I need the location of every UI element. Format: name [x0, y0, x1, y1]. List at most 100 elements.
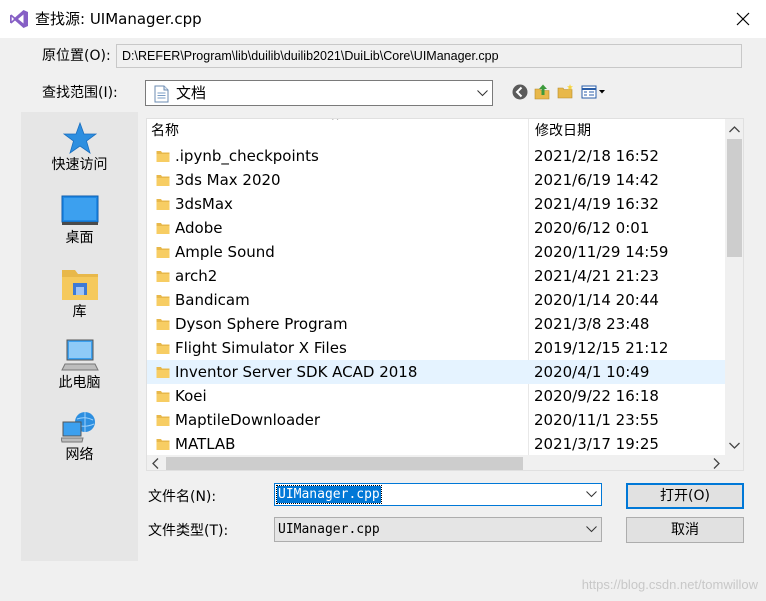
folder-icon: [156, 367, 170, 378]
place-library[interactable]: 库: [21, 267, 138, 321]
place-label: 快速访问: [51, 157, 108, 173]
scroll-left-icon[interactable]: [147, 455, 164, 470]
file-date-cell: 2020/11/1 23:55: [534, 411, 659, 429]
vertical-scroll-thumb[interactable]: [727, 139, 742, 257]
network-icon: [60, 412, 95, 443]
place-label: 桌面: [65, 230, 94, 246]
file-name-input[interactable]: UIManager.cpp: [274, 483, 602, 506]
location-path-field[interactable]: D:\REFER\Program\lib\duilib\duilib2021\D…: [116, 44, 742, 68]
scroll-up-icon[interactable]: [725, 121, 743, 137]
folder-icon: [156, 391, 170, 402]
places-bar: 快速访问 桌面 库 此电脑 网络: [21, 112, 138, 561]
file-type-dropdown[interactable]: UIManager.cpp: [274, 517, 602, 542]
folder-icon: [156, 199, 170, 210]
file-list-row[interactable]: Dyson Sphere Program 2021/3/8 23:48: [147, 312, 725, 336]
column-header-date[interactable]: 修改日期: [535, 119, 591, 143]
file-list-row[interactable]: Inventor Server SDK ACAD 2018 2020/4/1 10…: [147, 360, 725, 384]
file-name-cell: Flight Simulator X Files: [175, 339, 347, 357]
file-name-label: 文件名(N):: [148, 489, 217, 505]
place-this-pc[interactable]: 此电脑: [21, 338, 138, 392]
column-header-name[interactable]: 名称: [151, 119, 179, 143]
folder-icon: [156, 223, 170, 234]
title-bar: 查找源: UIManager.cpp: [0, 0, 766, 38]
file-list-row[interactable]: .ipynb_checkpoints 2021/2/18 16:52: [147, 144, 725, 168]
folder-icon: [156, 295, 170, 306]
scroll-right-icon[interactable]: [708, 455, 725, 470]
library-icon: [61, 270, 98, 300]
close-icon: [736, 12, 750, 26]
file-name-cell: Ample Sound: [175, 243, 275, 261]
computer-icon: [60, 339, 99, 371]
look-in-label: 查找范围(I):: [42, 85, 118, 101]
file-list-row[interactable]: MATLAB 2021/3/17 19:25: [147, 432, 725, 456]
file-list-row[interactable]: 3ds Max 2020 2021/6/19 14:42: [147, 168, 725, 192]
horizontal-scrollbar[interactable]: [147, 455, 725, 470]
file-name-cell: 3dsMax: [175, 195, 233, 213]
file-date-cell: 2021/6/19 14:42: [534, 171, 659, 189]
file-list-row[interactable]: Adobe 2020/6/12 0:01: [147, 216, 725, 240]
folder-icon: [156, 319, 170, 330]
horizontal-scroll-thumb[interactable]: [166, 457, 523, 470]
back-icon[interactable]: [511, 83, 529, 101]
file-date-cell: 2021/3/17 19:25: [534, 435, 659, 453]
place-label: 此电脑: [58, 375, 101, 391]
look-in-value: 文档: [176, 84, 207, 102]
visual-studio-icon: [10, 10, 28, 28]
place-network[interactable]: 网络: [21, 410, 138, 464]
vertical-scrollbar[interactable]: [725, 119, 743, 455]
chevron-down-icon[interactable]: [585, 484, 597, 505]
file-name-cell: 3ds Max 2020: [175, 171, 281, 189]
file-list-row[interactable]: arch2 2021/4/21 21:23: [147, 264, 725, 288]
close-button[interactable]: [720, 0, 766, 38]
folder-icon: [156, 247, 170, 258]
look-in-dropdown[interactable]: 文档: [145, 80, 493, 106]
desktop-icon: [61, 195, 98, 225]
file-list-row[interactable]: Bandicam 2020/1/14 20:44: [147, 288, 725, 312]
star-icon: [62, 122, 97, 154]
file-date-cell: 2021/3/8 23:48: [534, 315, 650, 333]
scrollbar-corner: [725, 455, 743, 470]
file-name-value[interactable]: UIManager.cpp: [276, 485, 382, 504]
file-date-cell: 2020/9/22 16:18: [534, 387, 659, 405]
folder-icon: [156, 175, 170, 186]
file-date-cell: 2019/12/15 21:12: [534, 339, 669, 357]
place-desktop[interactable]: 桌面: [21, 195, 138, 247]
chevron-down-icon: [476, 81, 488, 105]
place-quick-access[interactable]: 快速访问: [21, 122, 138, 174]
file-date-cell: 2021/4/19 16:32: [534, 195, 659, 213]
watermark: https://blog.csdn.net/tomwillow: [581, 577, 758, 592]
cancel-button[interactable]: 取消: [626, 517, 744, 543]
file-list: 名称 ^ 修改日期 .ipynb_checkpoints 2021/2/18 16…: [146, 118, 744, 471]
place-label: 库: [72, 304, 87, 320]
file-name-cell: Dyson Sphere Program: [175, 315, 348, 333]
file-type-value: UIManager.cpp: [278, 522, 380, 537]
folder-icon: [156, 151, 170, 162]
file-name-cell: Koei: [175, 387, 207, 405]
folder-icon: [156, 415, 170, 426]
file-name-cell: MaptileDownloader: [175, 411, 321, 429]
file-list-row[interactable]: 3dsMax 2021/4/19 16:32: [147, 192, 725, 216]
open-button[interactable]: 打开(O): [626, 483, 744, 509]
scroll-down-icon[interactable]: [725, 437, 743, 453]
folder-icon: [156, 271, 170, 282]
window-title: 查找源: UIManager.cpp: [35, 10, 202, 28]
file-list-row[interactable]: MaptileDownloader 2020/11/1 23:55: [147, 408, 725, 432]
file-name-cell: .ipynb_checkpoints: [175, 147, 319, 165]
up-folder-icon[interactable]: [533, 83, 551, 101]
file-date-cell: 2020/1/14 20:44: [534, 291, 659, 309]
file-list-row[interactable]: Ample Sound 2020/11/29 14:59: [147, 240, 725, 264]
view-menu-icon: [581, 85, 605, 99]
file-date-cell: 2020/6/12 0:01: [534, 219, 650, 237]
chevron-down-icon: [585, 518, 597, 541]
file-name-cell: Bandicam: [175, 291, 250, 309]
file-name-cell: Adobe: [175, 219, 223, 237]
view-menu-button[interactable]: [581, 83, 611, 101]
folder-icon: [156, 439, 170, 450]
new-folder-icon[interactable]: [557, 83, 575, 101]
documents-icon: [154, 85, 169, 103]
file-name-cell: Inventor Server SDK ACAD 2018: [175, 363, 418, 381]
file-date-cell: 2021/2/18 16:52: [534, 147, 659, 165]
file-list-row[interactable]: Koei 2020/9/22 16:18: [147, 384, 725, 408]
sort-up-icon: ^: [331, 118, 340, 127]
file-list-row[interactable]: Flight Simulator X Files 2019/12/15 21:12: [147, 336, 725, 360]
